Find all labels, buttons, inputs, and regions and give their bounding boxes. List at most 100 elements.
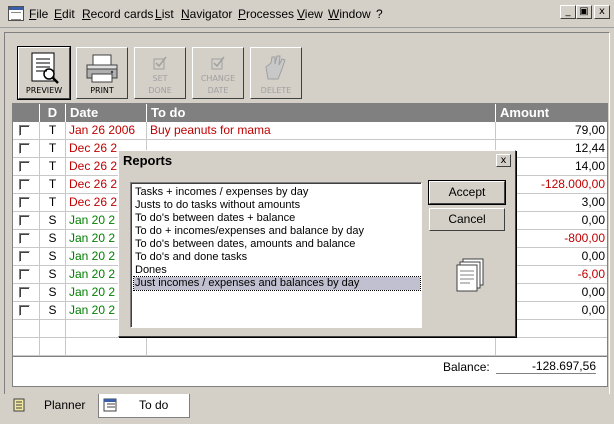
planner-icon [13, 398, 25, 412]
app-icon[interactable] [8, 6, 24, 21]
preview-label: PREVIEW [25, 86, 63, 95]
set-done-button[interactable]: SET DONE [134, 47, 186, 99]
tab-todo-label: To do [139, 398, 169, 412]
menu-list[interactable]: List [155, 6, 174, 22]
empty-cell [66, 338, 147, 356]
accept-button[interactable]: Accept [428, 180, 506, 205]
balance-value: -128.697,56 [496, 359, 596, 374]
done-checkbox[interactable] [19, 305, 30, 316]
row-checkbox-cell [13, 122, 40, 140]
minimize-button[interactable]: _ [560, 5, 576, 19]
row-checkbox-cell [13, 302, 40, 320]
report-option[interactable]: Just incomes / expenses and balances by … [133, 276, 421, 291]
report-option[interactable]: To do's and done tasks [134, 251, 420, 264]
empty-cell [40, 338, 66, 356]
row-checkbox-cell [13, 266, 40, 284]
row-type: T [40, 140, 66, 158]
report-option[interactable]: Justs to do tasks without amounts [134, 199, 420, 212]
checkbox-icon [211, 56, 225, 70]
row-type: S [40, 230, 66, 248]
header-todo[interactable]: To do [147, 104, 496, 122]
set-done-label-1: SET [152, 74, 168, 83]
empty-cell [13, 320, 40, 338]
tab-planner[interactable]: Planner [8, 394, 98, 418]
row-type: S [40, 248, 66, 266]
table-row[interactable]: T Jan 26 2006 Buy peanuts for mama 79,00 [13, 122, 607, 140]
done-checkbox[interactable] [19, 179, 30, 190]
menu-bar: File Edit Record cards List Navigator Pr… [0, 0, 614, 28]
tab-planner-label: Planner [44, 398, 86, 412]
menu-navigator[interactable]: Navigator [181, 6, 232, 22]
done-checkbox[interactable] [19, 233, 30, 244]
done-checkbox[interactable] [19, 251, 30, 262]
header-d[interactable]: D [40, 104, 66, 122]
change-date-label-2: DATE [207, 86, 229, 95]
dialog-close-button[interactable]: x [496, 154, 511, 167]
row-type: S [40, 284, 66, 302]
header-date[interactable]: Date [66, 104, 147, 122]
empty-row [13, 338, 607, 356]
tab-todo[interactable]: To do [98, 394, 190, 418]
printer-icon [86, 54, 118, 83]
report-option[interactable]: To do's between dates + balance [134, 212, 420, 225]
row-checkbox-cell [13, 176, 40, 194]
row-type: S [40, 266, 66, 284]
header-amount[interactable]: Amount [496, 104, 607, 122]
row-amount: 79,00 [574, 123, 605, 137]
row-checkbox-cell [13, 230, 40, 248]
print-button[interactable]: PRINT [76, 47, 128, 99]
report-option[interactable]: To do + incomes/expenses and balance by … [134, 225, 420, 238]
done-checkbox[interactable] [19, 287, 30, 298]
empty-cell [147, 338, 496, 356]
row-type: S [40, 212, 66, 230]
reports-dialog: Reports x Tasks + incomes / expenses by … [118, 150, 516, 337]
restore-button[interactable]: ▣ [576, 5, 592, 19]
done-checkbox[interactable] [19, 269, 30, 280]
row-type: S [40, 302, 66, 320]
empty-cell [40, 320, 66, 338]
row-date: Jan 26 2006 [66, 122, 147, 140]
close-button[interactable]: x [594, 5, 610, 19]
menu-file[interactable]: File [29, 6, 48, 22]
dialog-title: Reports [123, 153, 173, 168]
cancel-button[interactable]: Cancel [429, 208, 505, 231]
todo-list-icon [103, 398, 117, 412]
menu-record-cards[interactable]: Record cards [82, 6, 153, 22]
done-checkbox[interactable] [19, 161, 30, 172]
row-checkbox-cell [13, 194, 40, 212]
menu-view[interactable]: View [297, 6, 323, 22]
done-checkbox[interactable] [19, 215, 30, 226]
header-check[interactable] [13, 104, 40, 122]
reports-listbox[interactable]: Tasks + incomes / expenses by day Justs t… [130, 182, 422, 328]
row-checkbox-cell [13, 140, 40, 158]
row-checkbox-cell [13, 284, 40, 302]
menu-help[interactable]: ? [376, 6, 383, 22]
report-option[interactable]: To do's between dates, amounts and balan… [134, 238, 420, 251]
checkbox-icon [153, 56, 167, 70]
balance-label: Balance: [443, 360, 490, 374]
delete-button[interactable]: DELETE [250, 47, 302, 99]
report-option[interactable]: Dones [134, 264, 420, 277]
row-checkbox-cell [13, 212, 40, 230]
menu-processes[interactable]: Processes [238, 6, 294, 22]
delete-label: DELETE [260, 86, 292, 95]
report-option[interactable]: Tasks + incomes / expenses by day [134, 186, 420, 199]
row-checkbox-cell [13, 248, 40, 266]
done-checkbox[interactable] [19, 197, 30, 208]
menu-window[interactable]: Window [328, 6, 371, 22]
balance-row: Balance: -128.697,56 [13, 356, 607, 378]
row-checkbox-cell [13, 158, 40, 176]
document-stack-icon [456, 258, 484, 292]
change-date-label-1: CHANGE [200, 74, 236, 83]
row-type: T [40, 194, 66, 212]
menu-edit[interactable]: Edit [54, 6, 75, 22]
done-checkbox[interactable] [19, 143, 30, 154]
row-type: T [40, 122, 66, 140]
empty-cell [13, 338, 40, 356]
row-type: T [40, 158, 66, 176]
row-todo: Buy peanuts for mama [147, 122, 496, 140]
done-checkbox[interactable] [19, 125, 30, 136]
row-type: T [40, 176, 66, 194]
preview-button[interactable]: PREVIEW [17, 46, 71, 100]
change-date-button[interactable]: CHANGE DATE [192, 47, 244, 99]
